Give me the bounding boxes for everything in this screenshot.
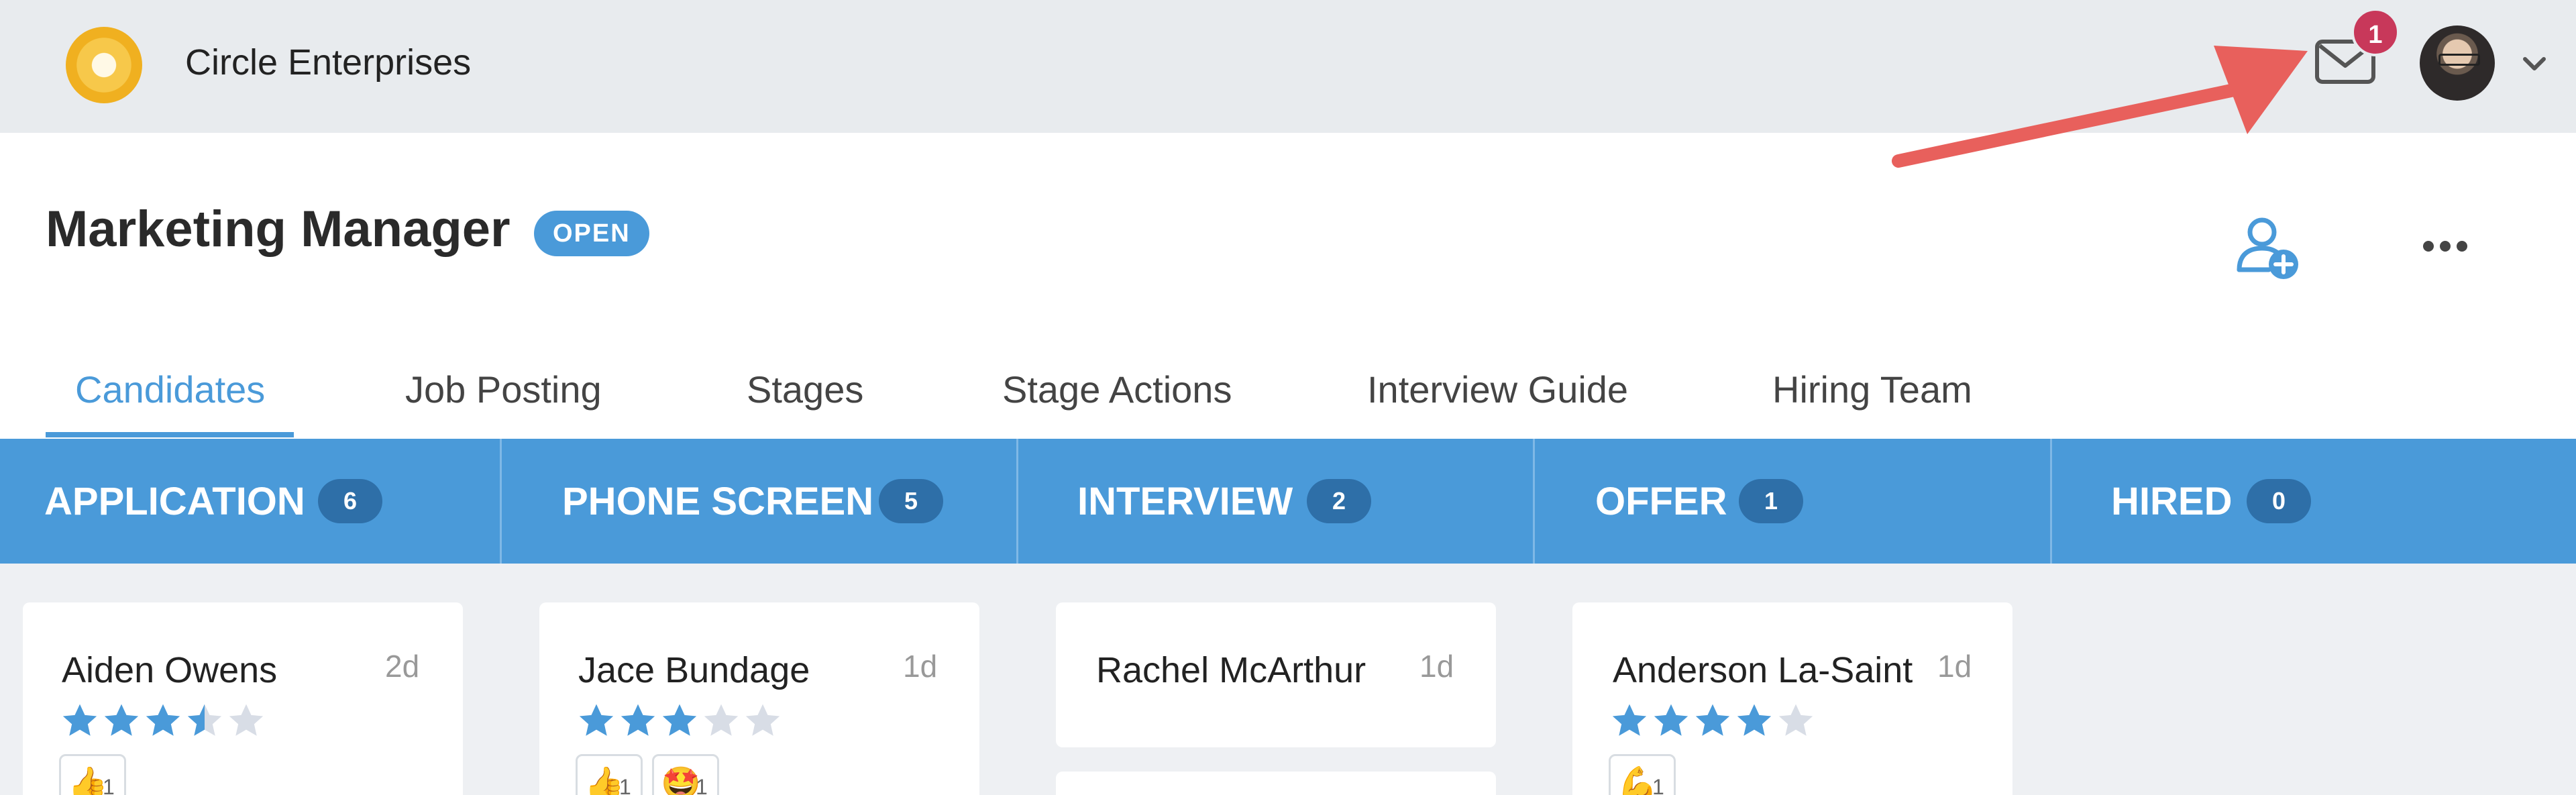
star-filled-icon[interactable] bbox=[577, 702, 616, 741]
kanban-board: Aiden Owens 2d 👍 1 Jace Bundage 1d 👍 1 🤩 1 R… bbox=[0, 564, 2576, 795]
thumbs-up-icon: 👍 bbox=[68, 766, 108, 795]
stage-name: APPLICATION bbox=[44, 480, 305, 523]
reaction-chip[interactable]: 👍 1 bbox=[59, 754, 126, 795]
star-struck-icon: 🤩 bbox=[661, 766, 701, 795]
star-filled-icon[interactable] bbox=[1735, 702, 1774, 741]
star-filled-icon[interactable] bbox=[619, 702, 657, 741]
star-filled-icon[interactable] bbox=[1652, 702, 1690, 741]
chevron-down-icon[interactable] bbox=[2521, 50, 2548, 76]
star-empty-icon[interactable] bbox=[743, 702, 782, 741]
stage-count-badge: 1 bbox=[1739, 479, 1803, 523]
status-badge: OPEN bbox=[534, 211, 649, 256]
tab-hiring-team[interactable]: Hiring Team bbox=[1772, 368, 1972, 411]
candidate-name: Jace Bundage bbox=[578, 650, 810, 690]
tab-candidates[interactable]: Candidates bbox=[75, 368, 265, 411]
stage-interview[interactable]: INTERVIEW 2 bbox=[1018, 439, 1533, 564]
star-empty-icon[interactable] bbox=[227, 702, 266, 741]
star-empty-icon[interactable] bbox=[1776, 702, 1815, 741]
tab-job-posting[interactable]: Job Posting bbox=[405, 368, 602, 411]
star-filled-icon[interactable] bbox=[185, 702, 224, 741]
stage-phone-screen[interactable]: PHONE SCREEN 5 bbox=[502, 439, 1016, 564]
stage-name: HIRED bbox=[2111, 480, 2233, 523]
star-filled-icon[interactable] bbox=[660, 702, 699, 741]
annotation-arrow bbox=[1892, 46, 2308, 168]
candidate-name: Rachel McArthur bbox=[1096, 650, 1366, 690]
company-logo[interactable] bbox=[66, 27, 142, 103]
candidate-name: Aiden Owens bbox=[62, 650, 278, 690]
star-empty-icon[interactable] bbox=[702, 702, 741, 741]
candidate-name: Anderson La-Saint bbox=[1613, 650, 1913, 690]
stage-name: INTERVIEW bbox=[1077, 480, 1293, 523]
tab-stages[interactable]: Stages bbox=[747, 368, 863, 411]
notification-badge: 1 bbox=[2351, 8, 2400, 56]
reactions: 💪 1 bbox=[1609, 754, 1676, 795]
rating-stars[interactable] bbox=[60, 702, 266, 742]
candidate-card[interactable]: Rachel McArthur 1d bbox=[1056, 602, 1496, 747]
star-filled-icon[interactable] bbox=[1693, 702, 1732, 741]
candidate-age: 2d bbox=[385, 649, 420, 684]
candidate-card[interactable]: Aiden Owens 2d 👍 1 bbox=[23, 602, 463, 795]
reaction-count: 1 bbox=[696, 775, 708, 795]
reactions: 👍 1 🤩 1 bbox=[576, 754, 719, 795]
stage-offer[interactable]: OFFER 1 bbox=[1535, 439, 2050, 564]
stage-application[interactable]: APPLICATION 6 bbox=[0, 439, 500, 564]
star-filled-icon[interactable] bbox=[1610, 702, 1649, 741]
stage-count-badge: 2 bbox=[1307, 479, 1371, 523]
candidate-card[interactable]: Jace Bundage 1d 👍 1 🤩 1 bbox=[539, 602, 979, 795]
stage-count-badge: 0 bbox=[2247, 479, 2311, 523]
flexed-biceps-icon: 💪 bbox=[1617, 766, 1658, 795]
stage-count-badge: 6 bbox=[318, 479, 382, 523]
tab-stage-actions[interactable]: Stage Actions bbox=[1002, 368, 1232, 411]
add-user-icon[interactable] bbox=[2234, 213, 2301, 280]
company-name: Circle Enterprises bbox=[185, 42, 472, 83]
candidate-age: 1d bbox=[1419, 649, 1454, 684]
active-tab-indicator bbox=[46, 432, 294, 437]
stage-hired[interactable]: HIRED 0 bbox=[2052, 439, 2576, 564]
rating-stars[interactable] bbox=[577, 702, 782, 742]
star-filled-icon[interactable] bbox=[60, 702, 99, 741]
candidate-age: 1d bbox=[1937, 649, 1972, 684]
reaction-chip[interactable]: 👍 1 bbox=[576, 754, 643, 795]
candidate-card[interactable] bbox=[1056, 772, 1496, 795]
rating-stars[interactable] bbox=[1610, 702, 1815, 742]
user-avatar[interactable] bbox=[2420, 25, 2495, 101]
star-filled-icon[interactable] bbox=[144, 702, 182, 741]
thumbs-up-icon: 👍 bbox=[584, 766, 625, 795]
reaction-count: 1 bbox=[103, 775, 115, 795]
more-options-icon[interactable] bbox=[2422, 236, 2469, 256]
stage-count-badge: 5 bbox=[879, 479, 943, 523]
reaction-count: 1 bbox=[1652, 775, 1664, 795]
reaction-chip[interactable]: 💪 1 bbox=[1609, 754, 1676, 795]
stage-name: PHONE SCREEN bbox=[562, 480, 874, 523]
reactions: 👍 1 bbox=[59, 754, 126, 795]
star-filled-icon[interactable] bbox=[102, 702, 141, 741]
candidate-card[interactable]: Anderson La-Saint 1d 💪 1 bbox=[1572, 602, 2012, 795]
candidate-age: 1d bbox=[903, 649, 938, 684]
reaction-count: 1 bbox=[619, 775, 631, 795]
page-title: Marketing Manager bbox=[46, 201, 511, 258]
stage-name: OFFER bbox=[1595, 480, 1727, 523]
tab-interview-guide[interactable]: Interview Guide bbox=[1367, 368, 1628, 411]
reaction-chip[interactable]: 🤩 1 bbox=[652, 754, 719, 795]
